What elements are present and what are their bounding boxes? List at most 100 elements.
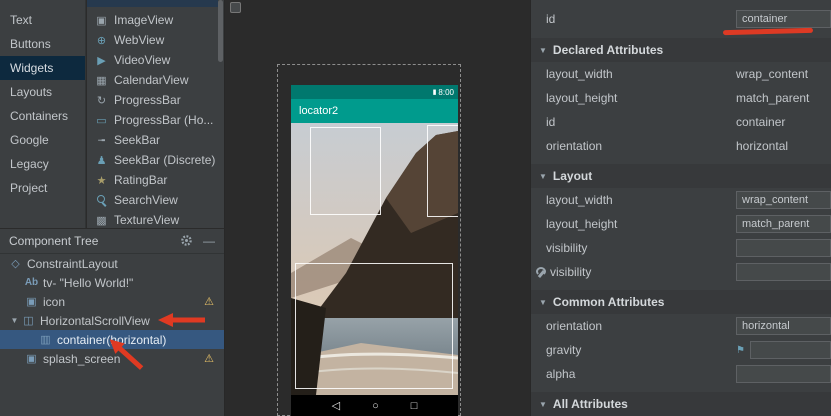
device-screen[interactable] <box>291 123 458 395</box>
section-layout[interactable]: ▼ Layout <box>531 164 831 188</box>
palette-item-label: SeekBar (Discrete) <box>114 153 215 167</box>
attribute-name: gravity <box>546 343 736 357</box>
orientation-field[interactable]: horizontal <box>736 317 831 335</box>
palette-category-widgets[interactable]: Widgets <box>0 56 85 80</box>
nav-back-icon[interactable]: ◁ <box>332 399 340 412</box>
palette-item-label: WebView <box>114 33 164 47</box>
image-icon: ▣ <box>94 14 109 27</box>
attribute-row: layout_width wrap_content <box>531 188 831 212</box>
tree-item-textview[interactable]: Ab tv- "Hello World!" <box>0 273 224 292</box>
palette-item-seekbar-discrete[interactable]: ♟ SeekBar (Discrete) <box>87 150 224 170</box>
tree-item-label: tv- "Hello World!" <box>43 276 133 290</box>
section-all-attributes[interactable]: ▼ All Attributes <box>531 392 831 416</box>
chevron-down-icon: ▼ <box>539 400 547 409</box>
section-declared-attributes[interactable]: ▼ Declared Attributes <box>531 38 831 62</box>
palette-item-seekbar[interactable]: ╼SeekBar <box>87 130 224 150</box>
image-icon: ▣ <box>24 352 39 365</box>
gravity-field[interactable] <box>750 341 831 359</box>
palette-category-legacy[interactable]: Legacy <box>0 152 85 176</box>
nav-home-icon[interactable]: ○ <box>372 400 379 412</box>
palette-item-progressbar[interactable]: ↻ProgressBar <box>87 90 224 110</box>
wrench-icon <box>535 267 546 278</box>
tree-item-splash-screen[interactable]: ▣ splash_screen ⚠ <box>0 349 224 368</box>
palette-item-searchview[interactable]: SearchView <box>87 190 224 210</box>
section-title: All Attributes <box>553 397 628 411</box>
design-surface[interactable]: ▮ 8:00 locator2 <box>226 0 530 416</box>
alpha-field[interactable] <box>736 365 831 383</box>
id-value-field[interactable]: container <box>736 10 831 28</box>
globe-icon: ⊕ <box>94 34 109 47</box>
surface-corner-icon[interactable] <box>230 2 241 13</box>
palette-item-label: ProgressBar <box>114 93 181 107</box>
attribute-row: id container <box>531 110 831 134</box>
status-time: 8:00 <box>438 88 454 97</box>
attribute-row: layout_width wrap_content <box>531 62 831 86</box>
palette-item-progressbar-horizontal[interactable]: ▭ProgressBar (Ho... <box>87 110 224 130</box>
palette-item-calendarview[interactable]: ▦CalendarView <box>87 70 224 90</box>
app-title: locator2 <box>299 105 338 117</box>
flag-icon[interactable]: ⚑ <box>736 345 745 356</box>
attribute-row: orientation horizontal <box>531 314 831 338</box>
attribute-name: visibility <box>546 241 736 255</box>
palette-category-layouts[interactable]: Layouts <box>0 80 85 104</box>
tree-item-label: icon <box>43 295 65 309</box>
seekbar-discrete-icon: ♟ <box>94 154 109 167</box>
attribute-value[interactable]: wrap_content <box>736 67 808 81</box>
palette-item-label: SeekBar <box>114 133 160 147</box>
attribute-row: orientation horizontal <box>531 134 831 158</box>
palette-item-ratingbar[interactable]: ★ RatingBar <box>87 170 224 190</box>
palette-category-project[interactable]: Project <box>0 176 85 200</box>
visibility-field[interactable] <box>736 239 831 257</box>
textview-icon: Ab <box>24 277 39 288</box>
star-icon: ★ <box>94 174 109 187</box>
palette-category-containers[interactable]: Containers <box>0 104 85 128</box>
layout-width-field[interactable]: wrap_content <box>736 191 831 209</box>
attributes-panel: id container ▼ Declared Attributes layou… <box>530 0 831 416</box>
palette-category-google[interactable]: Google <box>0 128 85 152</box>
attribute-value[interactable]: match_parent <box>736 91 809 105</box>
warning-icon: ⚠ <box>204 295 214 308</box>
section-common-attributes[interactable]: ▼ Common Attributes <box>531 290 831 314</box>
attribute-row-id: id container <box>531 6 831 32</box>
tools-visibility-field[interactable] <box>736 263 831 281</box>
battery-icon: ▮ <box>433 89 437 96</box>
attribute-row: gravity ⚑ <box>531 338 831 362</box>
calendar-icon: ▦ <box>94 74 109 87</box>
palette-scrollbar[interactable] <box>218 0 223 62</box>
linearlayout-horizontal-icon: ▥ <box>38 333 53 346</box>
gear-icon[interactable] <box>180 234 193 249</box>
device-preview[interactable]: ▮ 8:00 locator2 <box>291 85 458 416</box>
palette-item-label: TextureView <box>114 213 179 227</box>
layout-height-field[interactable]: match_parent <box>736 215 831 233</box>
palette-category-buttons[interactable]: Buttons <box>0 32 85 56</box>
palette-item-webview[interactable]: ⊕ WebView <box>87 30 224 50</box>
palette-item-imageview[interactable]: ▣ImageView <box>87 10 224 30</box>
tree-item-container[interactable]: ▥ container(horizontal) <box>0 330 224 349</box>
section-title: Declared Attributes <box>553 43 663 57</box>
component-tree-panel: Component Tree — ◇ ConstraintLayout Ab t… <box>0 228 225 416</box>
search-icon <box>94 193 109 207</box>
tree-item-label: container(horizontal) <box>57 333 166 347</box>
attribute-value[interactable]: container <box>736 115 785 129</box>
palette-item-label: RatingBar <box>114 173 167 187</box>
chevron-down-icon: ▼ <box>539 46 547 55</box>
section-title: Common Attributes <box>553 295 665 309</box>
chevron-expanded-icon[interactable]: ▼ <box>8 316 21 325</box>
attribute-name: visibility <box>535 265 736 279</box>
minimize-icon[interactable]: — <box>203 235 215 247</box>
tree-item-constraintlayout[interactable]: ◇ ConstraintLayout <box>0 254 224 273</box>
status-bar: ▮ 8:00 <box>291 85 458 99</box>
attribute-name: layout_width <box>546 67 736 81</box>
tree-item-icon[interactable]: ▣ icon ⚠ <box>0 292 224 311</box>
attribute-value[interactable]: horizontal <box>736 139 788 153</box>
attribute-name: orientation <box>546 139 736 153</box>
attribute-name: id <box>546 12 736 26</box>
warning-icon: ⚠ <box>204 352 214 365</box>
tree-item-horizontalscrollview[interactable]: ▼ ◫ HorizontalScrollView <box>0 311 224 330</box>
attribute-name: alpha <box>546 367 736 381</box>
palette-category-text[interactable]: Text <box>0 8 85 32</box>
nav-recents-icon[interactable]: □ <box>411 400 418 412</box>
palette-item-videoview[interactable]: ▶VideoView <box>87 50 224 70</box>
palette-widget-list: ▣ImageView ⊕ WebView ▶VideoView ▦Calendar… <box>87 0 225 228</box>
palette-item-textureview[interactable]: ▩TextureView <box>87 210 224 230</box>
